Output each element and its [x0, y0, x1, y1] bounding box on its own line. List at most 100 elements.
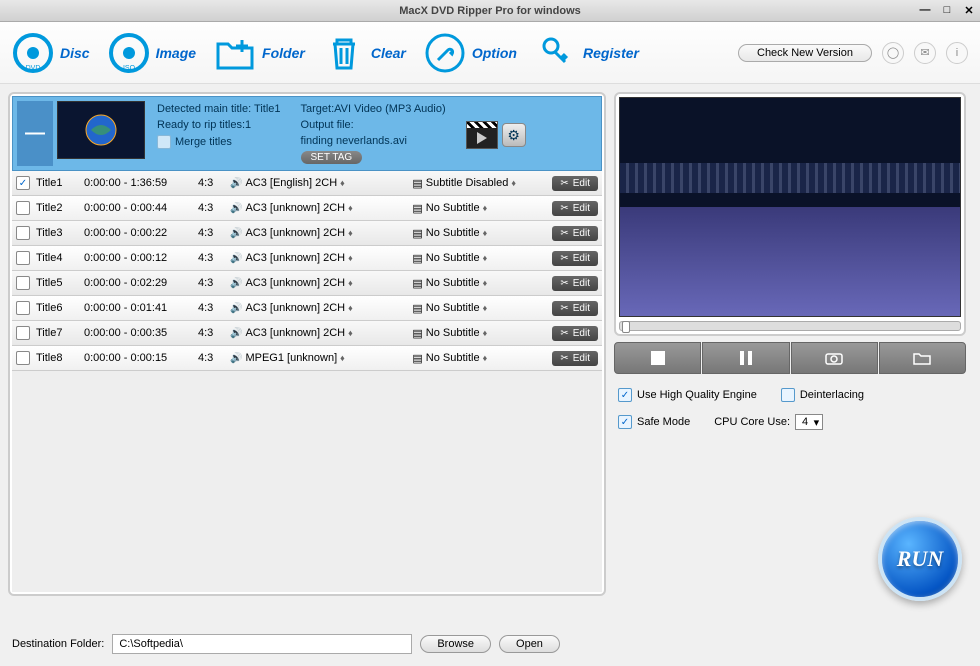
title-name: Title1: [36, 177, 78, 189]
preview-clip-button[interactable]: [466, 121, 498, 149]
subtitle-track: No Subtitle: [426, 352, 480, 364]
run-button[interactable]: RUN: [878, 517, 962, 601]
open-button[interactable]: Open: [499, 635, 560, 653]
title-duration: 0:00:00 - 0:00:44: [84, 202, 192, 214]
scissors-icon: ✂: [560, 328, 568, 339]
title-checkbox[interactable]: ✓: [16, 176, 30, 190]
audio-stepper[interactable]: ♦: [348, 253, 353, 263]
subtitle-icon: ▤: [412, 302, 422, 315]
hq-engine-checkbox[interactable]: ✓: [618, 388, 632, 402]
scissors-icon: ✂: [560, 253, 568, 264]
destination-label: Destination Folder:: [12, 638, 104, 650]
title-row[interactable]: Title6 0:00:00 - 0:01:41 4:3 🔊AC3 [unkno…: [12, 296, 602, 321]
title-checkbox[interactable]: [16, 226, 30, 240]
clear-button[interactable]: Clear: [323, 32, 406, 74]
title-checkbox[interactable]: [16, 351, 30, 365]
minimize-button[interactable]: —: [918, 4, 932, 18]
speaker-icon: 🔊: [230, 278, 242, 289]
disc-button[interactable]: DVD Disc: [12, 32, 90, 74]
title-checkbox[interactable]: [16, 326, 30, 340]
speaker-icon: 🔊: [230, 178, 242, 189]
speaker-icon: 🔊: [230, 328, 242, 339]
register-button[interactable]: Register: [535, 32, 639, 74]
info-header: — Detected main title: Title1 Ready to r…: [12, 96, 602, 171]
audio-stepper[interactable]: ♦: [348, 203, 353, 213]
mail-button[interactable]: ✉: [914, 42, 936, 64]
edit-button[interactable]: ✂Edit: [552, 201, 598, 216]
scissors-icon: ✂: [560, 203, 568, 214]
audio-stepper[interactable]: ♦: [348, 328, 353, 338]
subtitle-stepper[interactable]: ♦: [511, 178, 516, 188]
merge-checkbox[interactable]: [157, 135, 171, 149]
subtitle-stepper[interactable]: ♦: [483, 253, 488, 263]
audio-stepper[interactable]: ♦: [340, 353, 345, 363]
open-folder-button[interactable]: [879, 342, 966, 374]
title-row[interactable]: Title4 0:00:00 - 0:00:12 4:3 🔊AC3 [unkno…: [12, 246, 602, 271]
subtitle-stepper[interactable]: ♦: [483, 328, 488, 338]
edit-button[interactable]: ✂Edit: [552, 301, 598, 316]
title-checkbox[interactable]: [16, 276, 30, 290]
pause-button[interactable]: [702, 342, 789, 374]
audio-stepper[interactable]: ♦: [348, 228, 353, 238]
audio-track: AC3 [unknown] 2CH: [245, 202, 345, 214]
folder-button[interactable]: Folder: [214, 32, 305, 74]
iso-icon: ISO: [108, 32, 150, 74]
subtitle-track: No Subtitle: [426, 202, 480, 214]
audio-track: AC3 [unknown] 2CH: [245, 327, 345, 339]
option-button[interactable]: Option: [424, 32, 517, 74]
edit-button[interactable]: ✂Edit: [552, 351, 598, 366]
title-row[interactable]: Title8 0:00:00 - 0:00:15 4:3 🔊MPEG1 [unk…: [12, 346, 602, 371]
title-row[interactable]: ✓ Title1 0:00:00 - 1:36:59 4:3 🔊AC3 [Eng…: [12, 171, 602, 196]
title-aspect: 4:3: [198, 327, 224, 339]
title-row[interactable]: Title5 0:00:00 - 0:02:29 4:3 🔊AC3 [unkno…: [12, 271, 602, 296]
preview-video: [619, 97, 961, 317]
subtitle-stepper[interactable]: ♦: [483, 228, 488, 238]
seek-thumb[interactable]: [622, 321, 630, 333]
edit-button[interactable]: ✂Edit: [552, 276, 598, 291]
wrench-icon: [424, 32, 466, 74]
safe-mode-checkbox[interactable]: ✓: [618, 415, 632, 429]
profile-button[interactable]: ◯: [882, 42, 904, 64]
seek-bar[interactable]: [619, 321, 961, 331]
title-duration: 0:00:00 - 0:02:29: [84, 277, 192, 289]
info-button[interactable]: i: [946, 42, 968, 64]
audio-stepper[interactable]: ♦: [340, 178, 345, 188]
title-row[interactable]: Title2 0:00:00 - 0:00:44 4:3 🔊AC3 [unkno…: [12, 196, 602, 221]
subtitle-stepper[interactable]: ♦: [483, 203, 488, 213]
audio-track: MPEG1 [unknown]: [245, 352, 337, 364]
title-row[interactable]: Title3 0:00:00 - 0:00:22 4:3 🔊AC3 [unkno…: [12, 221, 602, 246]
collapse-button[interactable]: —: [17, 101, 53, 166]
target-format: Target:AVI Video (MP3 Audio): [301, 103, 446, 115]
snapshot-button[interactable]: [791, 342, 878, 374]
stop-button[interactable]: [614, 342, 701, 374]
deinterlacing-checkbox[interactable]: [781, 388, 795, 402]
edit-button[interactable]: ✂Edit: [552, 226, 598, 241]
audio-stepper[interactable]: ♦: [348, 278, 353, 288]
scissors-icon: ✂: [560, 303, 568, 314]
title-duration: 0:00:00 - 0:00:12: [84, 252, 192, 264]
title-checkbox[interactable]: [16, 301, 30, 315]
set-tag-button[interactable]: SET TAG: [301, 151, 363, 164]
title-aspect: 4:3: [198, 177, 224, 189]
image-button[interactable]: ISO Image: [108, 32, 196, 74]
edit-button[interactable]: ✂Edit: [552, 251, 598, 266]
edit-button[interactable]: ✂Edit: [552, 326, 598, 341]
maximize-button[interactable]: □: [940, 4, 954, 18]
cpu-core-select[interactable]: 4 ▾: [795, 414, 823, 430]
edit-button[interactable]: ✂Edit: [552, 176, 598, 191]
subtitle-stepper[interactable]: ♦: [483, 303, 488, 313]
output-filename: finding neverlands.avi: [301, 135, 446, 147]
subtitle-stepper[interactable]: ♦: [483, 353, 488, 363]
close-button[interactable]: ✕: [962, 4, 976, 18]
check-version-button[interactable]: Check New Version: [738, 44, 872, 62]
destination-input[interactable]: [112, 634, 412, 654]
subtitle-track: No Subtitle: [426, 327, 480, 339]
settings-gear-button[interactable]: ⚙: [502, 123, 526, 147]
audio-stepper[interactable]: ♦: [348, 303, 353, 313]
title-row[interactable]: Title7 0:00:00 - 0:00:35 4:3 🔊AC3 [unkno…: [12, 321, 602, 346]
title-aspect: 4:3: [198, 302, 224, 314]
subtitle-stepper[interactable]: ♦: [483, 278, 488, 288]
browse-button[interactable]: Browse: [420, 635, 491, 653]
title-checkbox[interactable]: [16, 251, 30, 265]
title-checkbox[interactable]: [16, 201, 30, 215]
